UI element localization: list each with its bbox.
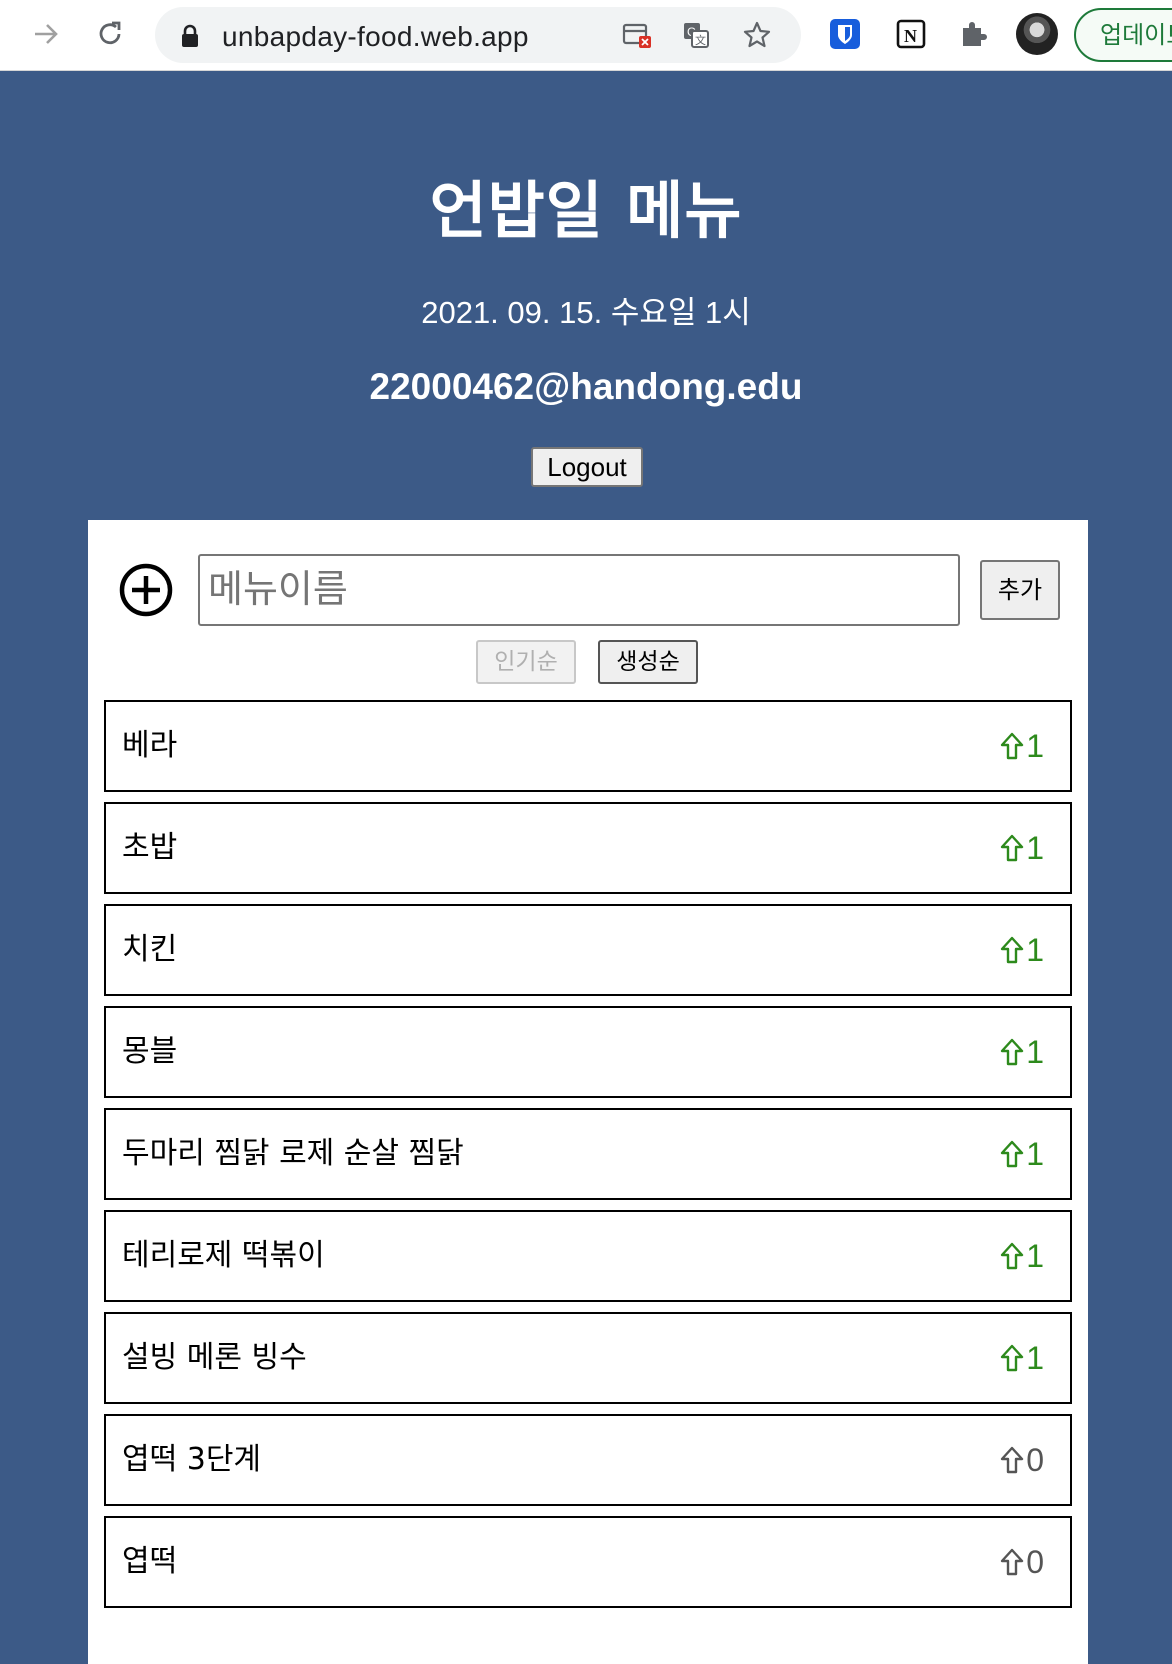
arrow-up-icon [1001, 1344, 1024, 1372]
svg-text:文: 文 [695, 33, 706, 47]
arrow-up-icon [1001, 1548, 1024, 1576]
menu-name-input[interactable]: 메뉴이름 [198, 554, 960, 626]
logout-button[interactable]: Logout [531, 447, 643, 487]
arrow-up-icon [1001, 834, 1024, 862]
page-title: 언밥일 메뉴 [429, 174, 743, 247]
vote-count: 0 [1026, 1543, 1044, 1580]
extensions-puzzle-icon[interactable] [955, 16, 991, 52]
vote-count: 1 [1026, 1033, 1044, 1070]
vote-count: 1 [1026, 1339, 1044, 1376]
menu-item-name: 엽떡 [122, 1544, 178, 1579]
vote-count: 0 [1026, 1441, 1044, 1478]
menu-item[interactable]: 치킨 1 [104, 904, 1072, 996]
menu-item[interactable]: 설빙 메론 빙수 1 [104, 1312, 1072, 1404]
vote-count: 1 [1026, 727, 1044, 764]
menu-item-name: 설빙 메론 빙수 [122, 1340, 307, 1375]
bitwarden-extension-icon[interactable] [827, 16, 863, 52]
arrow-up-icon [1001, 1242, 1024, 1270]
vote-count: 1 [1026, 1135, 1044, 1172]
upvote-button[interactable]: 0 [1000, 1518, 1044, 1606]
update-button[interactable]: 업데이트 [1074, 8, 1172, 62]
arrow-right-icon [35, 24, 58, 44]
vote-count: 1 [1026, 829, 1044, 866]
profile-avatar[interactable] [1016, 13, 1058, 55]
upvote-button[interactable]: 1 [1000, 1008, 1044, 1096]
url-text: unbapday-food.web.app [222, 21, 529, 52]
browser-toolbar: unbapday-food.web.app G文 N 업데이트 [0, 0, 1172, 71]
upvote-button[interactable]: 1 [1000, 1314, 1044, 1402]
upvote-button[interactable]: 1 [1000, 702, 1044, 790]
menu-item-name: 두마리 찜닭 로제 순살 찜닭 [122, 1136, 464, 1171]
menu-item[interactable]: 베라 1 [104, 700, 1072, 792]
lock-icon [182, 24, 198, 47]
forward-button[interactable] [26, 14, 66, 54]
menu-item[interactable]: 몽블 1 [104, 1006, 1072, 1098]
upvote-button[interactable]: 0 [1000, 1416, 1044, 1504]
upvote-button[interactable]: 1 [1000, 906, 1044, 994]
sort-newest-button[interactable]: 생성순 [598, 640, 698, 684]
notion-extension-icon[interactable]: N [893, 16, 929, 52]
address-bar[interactable]: unbapday-food.web.app G文 [155, 7, 801, 63]
menu-item[interactable]: 엽떡 0 [104, 1516, 1072, 1608]
sort-popular-button[interactable]: 인기순 [476, 640, 576, 684]
menu-item-name: 베라 [122, 728, 178, 763]
arrow-up-icon [1001, 1446, 1024, 1474]
upvote-button[interactable]: 1 [1000, 804, 1044, 892]
popup-blocked-icon[interactable] [621, 19, 653, 51]
reload-icon [99, 21, 121, 45]
menu-item[interactable]: 초밥 1 [104, 802, 1072, 894]
svg-text:N: N [904, 26, 917, 46]
arrow-up-icon [1001, 936, 1024, 964]
menu-item-name: 몽블 [122, 1034, 178, 1069]
translate-icon[interactable]: G文 [680, 19, 712, 51]
vote-count: 1 [1026, 1237, 1044, 1274]
date-time: 2021. 09. 15. 수요일 1시 [421, 295, 751, 330]
menu-item-name: 테리로제 떡볶이 [122, 1238, 325, 1273]
plus-circle-icon[interactable] [118, 562, 174, 618]
vote-count: 1 [1026, 931, 1044, 968]
arrow-up-icon [1001, 732, 1024, 760]
menu-item-name: 엽떡 3단계 [122, 1442, 262, 1477]
add-button[interactable]: 추가 [980, 560, 1060, 620]
arrow-up-icon [1001, 1140, 1024, 1168]
user-email: 22000462@handong.edu [369, 366, 803, 407]
arrow-up-icon [1001, 1038, 1024, 1066]
menu-item[interactable]: 테리로제 떡볶이 1 [104, 1210, 1072, 1302]
menu-item-name: 초밥 [122, 830, 178, 865]
bookmark-star-icon[interactable] [741, 19, 773, 51]
menu-item[interactable]: 엽떡 3단계 0 [104, 1414, 1072, 1506]
upvote-button[interactable]: 1 [1000, 1212, 1044, 1300]
menu-item[interactable]: 두마리 찜닭 로제 순살 찜닭 1 [104, 1108, 1072, 1200]
menu-item-name: 치킨 [122, 932, 178, 967]
reload-button[interactable] [90, 14, 130, 54]
menu-card: 메뉴이름 추가 인기순 생성순 베라 1 초밥 1 치킨 1 몽블 1 두마리 찜닭 로제 순살… [88, 520, 1088, 1664]
upvote-button[interactable]: 1 [1000, 1110, 1044, 1198]
